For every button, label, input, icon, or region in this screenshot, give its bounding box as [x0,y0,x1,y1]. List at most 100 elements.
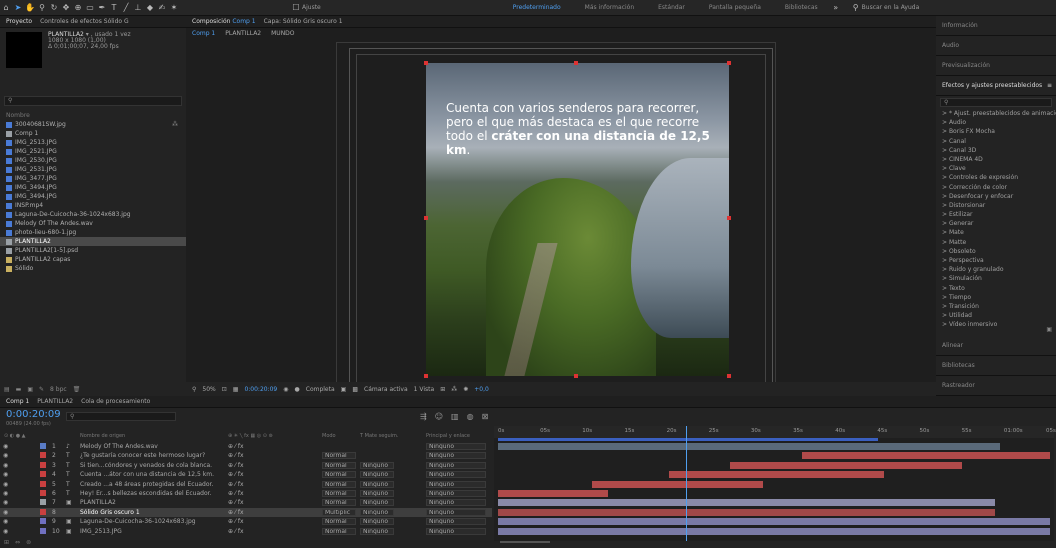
blend-mode-select[interactable]: Normal [322,461,356,469]
libraries-section[interactable]: Bibliotecas [936,356,1056,376]
toggle-switches-icon[interactable]: ⇔ [15,539,20,546]
track-matte-select[interactable]: Ninguno [360,508,394,516]
blend-mode-select[interactable]: Normal [322,452,356,460]
blend-mode-select[interactable]: Normal [322,527,356,535]
workspace-learn[interactable]: Más información [573,4,646,11]
transparency-icon[interactable]: ▩ [352,386,358,393]
effect-category[interactable]: > Utilidad [936,311,1056,320]
effect-category[interactable]: > Perspectiva [936,256,1056,265]
visibility-icon[interactable]: ◉ [3,499,8,506]
tracker-section[interactable]: Rastreador [936,376,1056,396]
render-icon[interactable]: ⊞ [440,386,445,393]
track-matte-select[interactable]: Ninguno [360,490,394,497]
effect-category[interactable]: > Boris FX Mocha [936,127,1056,136]
transform-handle[interactable] [727,374,731,378]
anchor-tool-icon[interactable]: ⊕ [72,2,84,14]
transform-handle[interactable] [727,216,731,220]
project-item[interactable]: Melody Of The Andes.wav [0,219,186,228]
layer-bar[interactable] [498,490,609,497]
stamp-tool-icon[interactable]: ⊥ [132,2,144,14]
project-item[interactable]: IMG_2513.JPG [0,138,186,147]
workspace-default[interactable]: Predeterminado [501,4,573,11]
label-color-swatch[interactable] [40,518,46,525]
comp-flowchart-icon[interactable]: ⊞ [4,539,9,546]
puppet-tool-icon[interactable]: ✶ [168,2,180,14]
viewer-timecode[interactable]: 0:00:20:09 [244,386,277,393]
graph-editor-icon[interactable]: ⊠ [482,412,489,421]
info-section[interactable]: Información [936,16,1056,36]
layer-bar[interactable] [498,518,1050,526]
snapshot-icon[interactable]: ◉ [283,386,288,393]
parent-select[interactable]: Ninguno [426,443,486,450]
layer-switches[interactable]: ⊕ ⁄ fx [228,462,244,469]
layer-row[interactable]: ◉ 9 ▣ Laguna-De-Cuicocha-36-1024x683.jpg ⊕ ⁄… [0,517,492,526]
label-color-swatch[interactable] [40,443,46,449]
time-ruler[interactable]: 0s 05s 10s 15s 20s 25s 30s 35s 40s 45s 50s 55s 01:00… [494,426,1056,438]
tab-project[interactable]: Proyecto [6,18,32,25]
interpret-footage-icon[interactable]: ▤ [4,386,10,393]
blend-mode-select[interactable]: Normal [322,490,356,497]
visibility-icon[interactable]: ◉ [3,471,8,478]
eraser-tool-icon[interactable]: ◆ [144,2,156,14]
effect-category[interactable]: > Transición [936,302,1056,311]
transform-handle[interactable] [574,61,578,65]
effect-category[interactable]: > Vídeo inmersivo [936,320,1056,329]
visibility-icon[interactable]: ◉ [3,509,8,516]
project-item[interactable]: photo-lieu-680-1.jpg [0,228,186,237]
tab-render-queue[interactable]: Cola de procesamiento [81,398,150,405]
effect-category[interactable]: > Corrección de color [936,183,1056,192]
flowchart-view-icon[interactable]: ⁂ [451,386,457,393]
snap-checkbox-icon[interactable]: ☐ [290,2,302,14]
preview-section[interactable]: Previsualización [936,56,1056,76]
effect-category[interactable]: > Mate [936,228,1056,237]
breadcrumb-mundo[interactable]: MUNDO [271,30,294,37]
project-settings-icon[interactable]: ✎ [39,386,44,393]
parent-select[interactable]: Ninguno [426,480,486,488]
work-area-bar[interactable] [498,438,878,441]
parent-select[interactable]: Ninguno [426,461,486,469]
label-color-swatch[interactable] [40,480,46,487]
project-item[interactable]: PLANTILLA2[1-5].psd [0,246,186,255]
layer-row[interactable]: ◉ 8 Sólido Gris oscuro 1 ⊕ ⁄ fx Multiplic Nin… [0,507,492,517]
type-tool-icon[interactable]: T [108,2,120,14]
transform-handle[interactable] [727,61,731,65]
label-color-swatch[interactable] [40,490,46,496]
effect-category[interactable]: > Generar [936,219,1056,228]
transform-handle[interactable] [574,374,578,378]
workspace-small-screen[interactable]: Pantalla pequeña [697,4,773,11]
layer-switches[interactable]: ⊕ ⁄ fx [228,490,244,497]
layer-switches[interactable]: ⊕ ⁄ fx [228,528,244,535]
layer-switches[interactable]: ⊕ ⁄ fx [228,518,244,525]
effect-category[interactable]: > Controles de expresión [936,173,1056,182]
label-color-swatch[interactable] [40,527,46,534]
delete-icon[interactable]: 🗑 [73,386,81,393]
rotate-tool-icon[interactable]: ↻ [48,2,60,14]
project-search-input[interactable]: ⚲ [4,96,182,106]
effect-category[interactable]: > Tiempo [936,293,1056,302]
track-matte-select[interactable]: Ninguno [360,527,394,535]
effect-category[interactable]: > Estilizar [936,210,1056,219]
project-item[interactable]: IMG_3477.JPG [0,174,186,183]
bpc-label[interactable]: 8 bpc [50,386,67,393]
layer-name[interactable]: Melody Of The Andes.wav [80,443,220,450]
parent-select[interactable]: Ninguno [426,490,486,497]
hand-tool-icon[interactable]: ✋ [24,2,36,14]
timeline-search-input[interactable]: ⚲ [66,412,176,421]
project-item[interactable]: Laguna-De-Cuicocha-36-1024x683.jpg [0,210,186,219]
selection-tool-icon[interactable]: ➤ [12,2,24,14]
zoom-select[interactable]: 50% [202,386,215,393]
label-color-swatch[interactable] [40,508,46,515]
layer-name[interactable]: IMG_2513.JPG [80,528,220,535]
effect-category[interactable]: > Audio [936,118,1056,127]
motion-blur-icon[interactable]: ◍ [467,412,474,421]
layer-row[interactable]: ◉ 7 ▣ PLANTILLA2 ⊕ ⁄ fx Normal Ninguno Ninguno [0,498,492,507]
parent-select[interactable]: Ninguno [426,527,486,535]
layer-bar[interactable] [801,452,1050,460]
render-time-icon[interactable]: ⊚ [26,539,31,546]
tab-timeline-comp1[interactable]: Comp 1 [6,398,29,405]
search-help-icon[interactable]: ⚲ [850,2,862,14]
layer-switches[interactable]: ⊕ ⁄ fx [228,499,244,506]
brush-tool-icon[interactable]: ╱ [120,2,132,14]
parent-select[interactable]: Ninguno [426,499,486,507]
track-matte-select[interactable]: Ninguno [360,461,394,469]
